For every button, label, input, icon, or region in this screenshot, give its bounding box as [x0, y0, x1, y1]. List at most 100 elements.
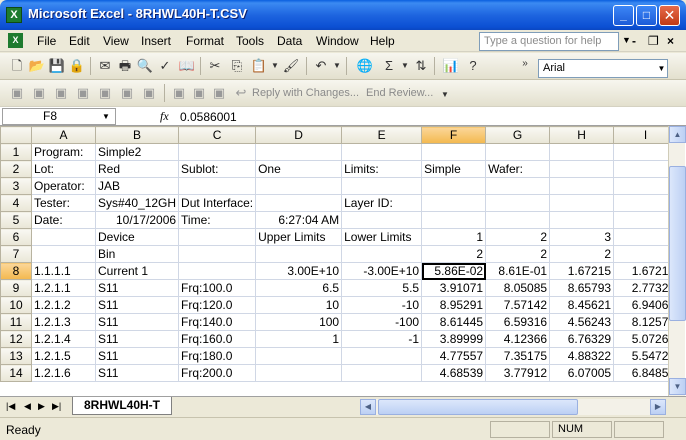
cell[interactable]: 6.76329	[549, 330, 615, 348]
spelling-icon[interactable]: ✓	[156, 57, 174, 75]
cell[interactable]: 3.00E+10	[255, 262, 343, 280]
column-header[interactable]: E	[341, 126, 423, 144]
cell[interactable]: Operator:	[31, 177, 96, 195]
cell[interactable]: Lot:	[31, 160, 96, 178]
review-icon[interactable]: ▣	[190, 84, 208, 102]
cell[interactable]	[549, 194, 615, 212]
research-icon[interactable]: 📖	[178, 57, 196, 75]
cell[interactable]: 1.2.1.5	[31, 347, 96, 365]
cell[interactable]: 1	[255, 330, 343, 348]
cell[interactable]	[341, 245, 423, 263]
review-icon[interactable]: ▣	[30, 84, 48, 102]
cell[interactable]: Lower Limits	[341, 228, 423, 246]
cell[interactable]: 8.65793	[549, 279, 615, 297]
cell[interactable]	[341, 347, 423, 365]
name-box-dropdown-icon[interactable]: ▼	[102, 112, 110, 121]
reply-changes-icon[interactable]: ↩	[232, 84, 250, 102]
cell[interactable]	[421, 211, 487, 229]
cell[interactable]: 3.89999	[421, 330, 487, 348]
cell[interactable]: Frq:120.0	[178, 296, 257, 314]
cell[interactable]: JAB	[94, 177, 180, 195]
first-sheet-icon[interactable]: |◀	[6, 401, 15, 412]
cell[interactable]: S11	[94, 364, 180, 382]
cell[interactable]: 1.67215	[549, 262, 615, 280]
row-header[interactable]: 10	[0, 296, 32, 314]
cell[interactable]: 1.2.1.6	[31, 364, 96, 382]
cell[interactable]: -100	[341, 313, 423, 331]
select-all-corner[interactable]	[0, 126, 32, 144]
horizontal-scrollbar[interactable]: ◀ ▶	[360, 399, 666, 415]
cell[interactable]: -1	[341, 330, 423, 348]
menu-tools[interactable]: Tools	[236, 34, 264, 48]
row-header[interactable]: 9	[0, 279, 32, 297]
maximize-button[interactable]: □	[636, 5, 657, 26]
save-icon[interactable]: 💾	[48, 57, 66, 75]
cell[interactable]	[421, 143, 487, 161]
cell[interactable]: 7.57142	[485, 296, 551, 314]
cell[interactable]: 8.05085	[485, 279, 551, 297]
menu-help[interactable]: Help	[370, 34, 395, 48]
cell[interactable]: 5.86E-02	[421, 262, 487, 280]
scroll-left-icon[interactable]: ◀	[360, 399, 376, 415]
menu-file[interactable]: File	[37, 34, 56, 48]
cell[interactable]	[341, 177, 423, 195]
cell[interactable]: Frq:160.0	[178, 330, 257, 348]
cell[interactable]: Tester:	[31, 194, 96, 212]
column-header[interactable]: H	[549, 126, 615, 144]
cell[interactable]	[485, 194, 551, 212]
copy-icon[interactable]: ⎘	[228, 57, 246, 75]
toolbar-options-icon[interactable]: »	[516, 55, 534, 73]
column-header[interactable]: B	[94, 126, 180, 144]
row-header[interactable]: 5	[0, 211, 32, 229]
cell[interactable]: Bin	[94, 245, 180, 263]
cell[interactable]: 8.61445	[421, 313, 487, 331]
cell[interactable]: 10	[255, 296, 343, 314]
cell[interactable]	[549, 143, 615, 161]
undo-dropdown-icon[interactable]: ▼	[328, 57, 346, 75]
cell[interactable]	[485, 211, 551, 229]
row-header[interactable]: 11	[0, 313, 32, 331]
cell[interactable]: S11	[94, 347, 180, 365]
cell[interactable]: Sys#40_12GH	[94, 194, 180, 212]
menu-edit[interactable]: Edit	[69, 34, 90, 48]
prev-sheet-icon[interactable]: ◀	[24, 401, 31, 412]
vertical-scrollbar[interactable]: ▲ ▼	[668, 126, 686, 396]
cell[interactable]: S11	[94, 296, 180, 314]
cell[interactable]: Wafer:	[485, 160, 551, 178]
toolbar-options-icon[interactable]: ▼	[436, 86, 454, 104]
scroll-down-icon[interactable]: ▼	[669, 378, 686, 395]
cell[interactable]: 2	[485, 245, 551, 263]
cell[interactable]: 6:27:04 AM	[255, 211, 343, 229]
cell[interactable]	[341, 143, 423, 161]
cell[interactable]	[485, 177, 551, 195]
reply-with-changes-button[interactable]: Reply with Changes...	[252, 87, 359, 99]
cell[interactable]: S11	[94, 330, 180, 348]
cell[interactable]	[178, 262, 257, 280]
cell[interactable]	[255, 177, 343, 195]
scroll-up-icon[interactable]: ▲	[669, 126, 686, 143]
cell[interactable]: 4.68539	[421, 364, 487, 382]
sort-ascending-icon[interactable]: ⇅	[412, 57, 430, 75]
cell[interactable]: -10	[341, 296, 423, 314]
cell[interactable]: Device	[94, 228, 180, 246]
column-header[interactable]: A	[31, 126, 96, 144]
cut-icon[interactable]: ✂	[206, 57, 224, 75]
cell[interactable]	[341, 364, 423, 382]
row-header[interactable]: 2	[0, 160, 32, 178]
row-header[interactable]: 3	[0, 177, 32, 195]
cell[interactable]: One	[255, 160, 343, 178]
sheet-tab[interactable]: 8RHWL40H-T	[72, 397, 172, 415]
cell[interactable]: S11	[94, 279, 180, 297]
cell[interactable]	[485, 143, 551, 161]
cell[interactable]	[255, 194, 343, 212]
name-box[interactable]: F8	[2, 108, 116, 125]
row-header[interactable]: 7	[0, 245, 32, 263]
formula-input[interactable]: 0.0586001	[180, 110, 237, 124]
cell[interactable]	[341, 211, 423, 229]
scroll-right-icon[interactable]: ▶	[650, 399, 666, 415]
cell[interactable]: 1.2.1.4	[31, 330, 96, 348]
excel-app-icon[interactable]: X	[6, 7, 22, 23]
review-icon[interactable]: ▣	[118, 84, 136, 102]
cell[interactable]	[255, 364, 343, 382]
cell[interactable]	[549, 211, 615, 229]
